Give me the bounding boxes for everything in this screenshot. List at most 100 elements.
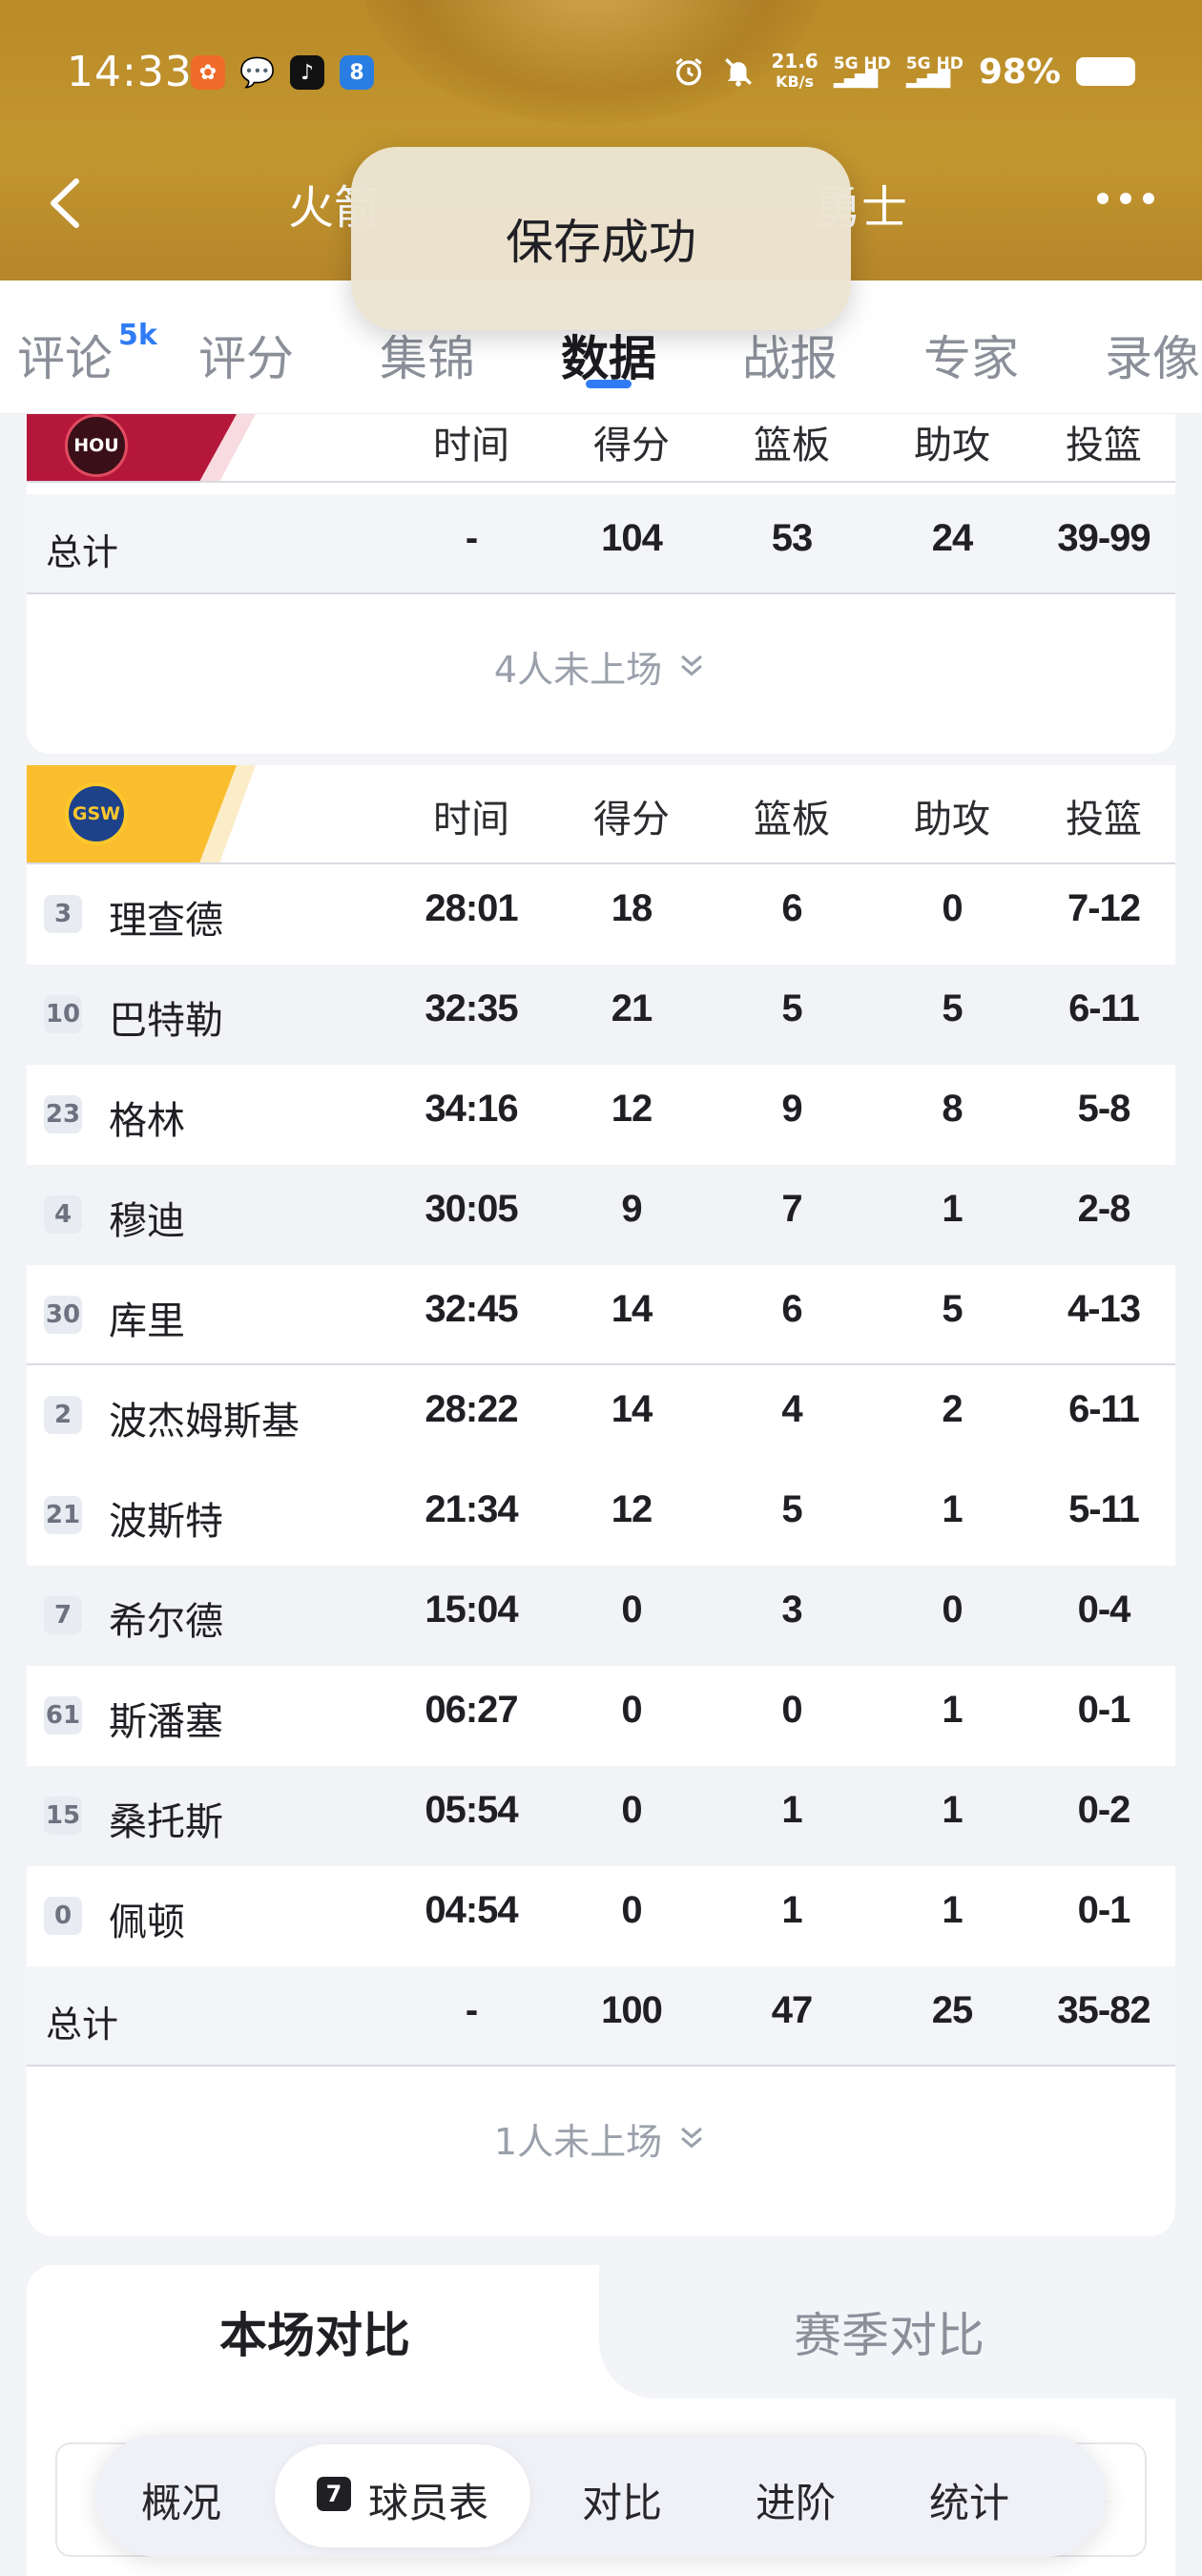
stat-rebounds: 0: [781, 1689, 802, 1731]
signal-bars-icon: ▂▄▆█: [905, 70, 950, 89]
hou-total-fg: 39-99: [1057, 517, 1150, 559]
player-name[interactable]: 桑托斯: [109, 1791, 223, 1846]
player-row[interactable]: 15 桑托斯 05:54 0 1 1 0-2: [27, 1766, 1175, 1866]
nav-advanced[interactable]: 进阶: [756, 2471, 836, 2529]
tab-season-compare[interactable]: 赛季对比: [603, 2265, 1175, 2399]
stat-time: 32:35: [425, 987, 518, 1029]
stat-time: 05:54: [425, 1789, 518, 1831]
tab-experts[interactable]: 专家: [923, 321, 1019, 389]
stat-rebounds: 6: [781, 887, 802, 929]
col-fg: 投篮: [1066, 798, 1142, 841]
gsw-total-time: -: [465, 1989, 478, 2031]
player-name[interactable]: 佩顿: [109, 1891, 185, 1946]
hou-header: HOU 时间 得分 篮板 助攻 投篮: [27, 414, 1175, 483]
player-row[interactable]: 4 穆迪 30:05 9 7 1 2-8: [27, 1165, 1175, 1265]
stat-time: 28:22: [425, 1388, 518, 1430]
player-name[interactable]: 巴特勒: [109, 989, 223, 1045]
stat-points: 0: [621, 1789, 642, 1831]
player-row[interactable]: 0 佩顿 04:54 0 1 1 0-1: [27, 1866, 1175, 1966]
stat-assists: 1: [942, 1188, 963, 1230]
col-rebounds: 篮板: [754, 424, 830, 467]
gsw-total-assists: 25: [931, 1989, 974, 2031]
nav-overview[interactable]: 概况: [141, 2471, 221, 2529]
hou-stats-card: HOU 时间 得分 篮板 助攻 投篮 总计 - 104 53 24 39-99 …: [27, 414, 1175, 754]
tab-ratings[interactable]: 评分: [198, 321, 294, 389]
col-time: 时间: [433, 798, 509, 841]
stat-points: 18: [611, 887, 653, 929]
stat-fg: 4-13: [1067, 1288, 1141, 1330]
stat-rebounds: 5: [781, 1488, 802, 1530]
col-points: 得分: [593, 424, 670, 467]
player-row[interactable]: 30 库里 32:45 14 6 5 4-13: [27, 1265, 1175, 1365]
player-name[interactable]: 库里: [109, 1290, 185, 1345]
stat-assists: 1: [942, 1488, 963, 1530]
gsw-dnp-toggle[interactable]: 1人未上场: [27, 2067, 1175, 2210]
stat-assists: 1: [942, 1689, 963, 1731]
chevron-down-icon: [681, 654, 703, 676]
player-name[interactable]: 斯潘塞: [109, 1691, 223, 1746]
nav-stats[interactable]: 统计: [929, 2471, 1009, 2529]
stat-fg: 5-11: [1068, 1488, 1140, 1530]
jersey-number: 30: [44, 1296, 82, 1334]
jersey-number: 2: [44, 1396, 82, 1434]
stat-assists: 1: [942, 1789, 963, 1831]
player-name[interactable]: 理查德: [109, 889, 223, 945]
stat-time: 06:27: [425, 1689, 518, 1731]
status-bar: 14:33 ✿ 💬 ♪ 8 21.6 KB/s 5G HD ▂▄▆█ 5G HD…: [0, 38, 1202, 114]
player-name[interactable]: 波杰姆斯基: [109, 1390, 300, 1445]
player-row[interactable]: 2 波杰姆斯基 28:22 14 4 2 6-11: [27, 1365, 1175, 1465]
player-row[interactable]: 61 斯潘塞 06:27 0 0 1 0-1: [27, 1666, 1175, 1766]
player-name[interactable]: 穆迪: [109, 1190, 185, 1245]
gsw-total-points: 100: [601, 1989, 663, 2031]
stat-fg: 6-11: [1068, 1388, 1140, 1430]
network-speed-unit: KB/s: [776, 73, 815, 91]
stat-fg: 2-8: [1077, 1188, 1131, 1230]
stat-rebounds: 7: [781, 1188, 802, 1230]
nav-compare[interactable]: 对比: [582, 2471, 662, 2529]
player-name[interactable]: 格林: [109, 1090, 185, 1145]
total-label: 总计: [46, 531, 119, 573]
stat-time: 28:01: [425, 887, 518, 929]
stat-assists: 0: [942, 887, 963, 929]
more-icon[interactable]: [1088, 179, 1164, 218]
stat-points: 14: [611, 1388, 653, 1430]
col-points: 得分: [593, 798, 670, 841]
tab-comments[interactable]: 评论: [17, 321, 113, 389]
col-rebounds: 篮板: [754, 798, 830, 841]
gsw-column-headers: 时间 得分 篮板 助攻 投篮: [27, 765, 1175, 864]
player-row[interactable]: 7 希尔德 15:04 0 3 0 0-4: [27, 1566, 1175, 1666]
tiktok-icon: ♪: [290, 55, 324, 90]
stat-assists: 0: [942, 1589, 963, 1631]
stat-points: 9: [621, 1188, 642, 1230]
col-fg: 投篮: [1066, 424, 1142, 467]
player-name[interactable]: 希尔德: [109, 1590, 223, 1646]
stat-rebounds: 3: [781, 1589, 802, 1631]
jersey-number: 23: [44, 1095, 82, 1133]
toast-save-success: 保存成功: [351, 147, 851, 330]
jersey-number: 0: [44, 1897, 82, 1935]
network-speed-value: 21.6: [771, 50, 819, 73]
back-icon[interactable]: [38, 170, 95, 237]
stat-fg: 0-1: [1077, 1889, 1131, 1931]
tab-game-compare[interactable]: 本场对比: [27, 2265, 603, 2399]
hou-dnp-toggle[interactable]: 4人未上场: [27, 594, 1175, 737]
stat-time: 15:04: [425, 1589, 518, 1631]
player-name[interactable]: 波斯特: [109, 1490, 223, 1546]
hou-total-points: 104: [601, 517, 663, 559]
tab-replay[interactable]: 录像: [1105, 321, 1200, 389]
bottom-nav-fade: [1030, 2435, 1107, 2557]
stat-points: 12: [611, 1488, 653, 1530]
player-row[interactable]: 3 理查德 28:01 18 6 0 7-12: [27, 864, 1175, 965]
stat-points: 12: [611, 1088, 653, 1130]
comments-count-badge: 5k: [118, 319, 157, 352]
col-time: 时间: [433, 424, 509, 467]
player-row[interactable]: 10 巴特勒 32:35 21 5 5 6-11: [27, 965, 1175, 1065]
gsw-dnp-label: 1人未上场: [493, 2120, 663, 2163]
player-row[interactable]: 21 波斯特 21:34 12 5 1 5-11: [27, 1465, 1175, 1566]
jersey-number: 61: [44, 1696, 82, 1735]
tab-highlights[interactable]: 集锦: [380, 321, 475, 389]
player-row[interactable]: 23 格林 34:16 12 9 8 5-8: [27, 1065, 1175, 1165]
nav-player-table[interactable]: 球员表: [368, 2471, 488, 2529]
tab-report[interactable]: 战报: [742, 321, 838, 389]
battery-icon: [1076, 57, 1135, 86]
